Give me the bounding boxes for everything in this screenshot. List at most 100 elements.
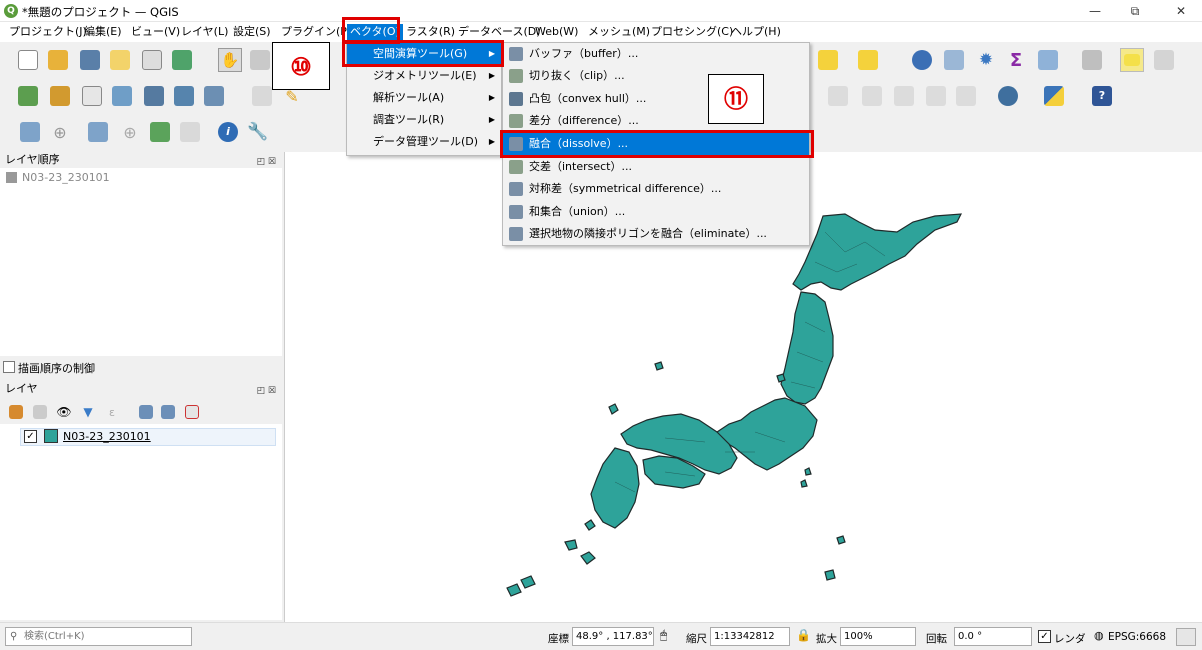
edit-pencil-icon[interactable] — [250, 84, 274, 108]
menu-settings[interactable]: 設定(S) — [230, 24, 274, 40]
select-by-location-icon[interactable] — [856, 48, 880, 72]
add-raster-layer-icon[interactable] — [48, 84, 72, 108]
digitize-feature-icon[interactable] — [18, 120, 42, 144]
coordinate-field[interactable]: 48.9° , 117.83° — [572, 627, 654, 646]
coordinate-toggle-icon[interactable]: 🖱 — [660, 628, 667, 643]
menu-help[interactable]: ヘルプ(H) — [728, 24, 784, 40]
crs-button[interactable]: EPSG:6668 — [1108, 631, 1166, 643]
messages-icon[interactable] — [1176, 628, 1196, 646]
add-delimited-text-icon[interactable] — [80, 84, 104, 108]
rotation-field[interactable]: 0.0 ° — [954, 627, 1032, 646]
layer-name[interactable]: N03-23_230101 — [63, 430, 151, 443]
magnify-field[interactable]: 100% — [840, 627, 916, 646]
menu-raster[interactable]: ラスタ(R) — [403, 24, 458, 40]
annotation-icon[interactable] — [826, 84, 850, 108]
add-polygon-icon[interactable] — [148, 120, 172, 144]
sym-difference-icon — [509, 182, 523, 196]
filter-expression-icon[interactable]: ε — [100, 400, 124, 424]
expand-all-icon[interactable] — [134, 400, 158, 424]
union-icon — [509, 205, 523, 219]
close-button[interactable]: ✕ — [1166, 2, 1196, 20]
minimize-button[interactable]: — — [1080, 2, 1110, 20]
info-icon[interactable]: i — [216, 120, 240, 144]
menu-project[interactable]: プロジェクト(J) — [6, 24, 90, 40]
render-order-checkbox[interactable] — [3, 361, 15, 373]
menu-mesh[interactable]: メッシュ(M) — [585, 24, 653, 40]
difference-icon — [509, 114, 523, 128]
menu-view[interactable]: ビュー(V) — [128, 24, 183, 40]
lock-scale-icon[interactable]: 🔒 — [796, 628, 811, 642]
menu-database[interactable]: データベース(D) — [455, 24, 544, 40]
digitize-icon[interactable] — [110, 84, 134, 108]
crosshair-icon[interactable]: ⊕ — [48, 120, 72, 144]
menu-item-eliminate[interactable]: 選択地物の隣接ポリゴンを融合（eliminate）... — [503, 223, 809, 245]
map-tips-icon[interactable] — [1120, 48, 1144, 72]
add-wfs-icon[interactable] — [202, 84, 226, 108]
menu-item-data-management-tools[interactable]: データ管理ツール(D) ▶ — [347, 131, 501, 153]
help-icon[interactable]: ? — [1090, 84, 1114, 108]
wrench-icon[interactable]: 🔧 — [246, 120, 270, 144]
render-checkbox[interactable]: ✓ — [1038, 630, 1051, 643]
label-tool-icon[interactable] — [860, 84, 884, 108]
submenu-arrow-icon: ▶ — [488, 115, 495, 124]
visibility-eye-icon[interactable]: 👁 — [52, 400, 76, 424]
menu-item-analysis-tools[interactable]: 解析ツール(A) ▶ — [347, 87, 501, 109]
pin-labels-icon[interactable] — [892, 84, 916, 108]
add-vector-layer-icon[interactable] — [16, 84, 40, 108]
callout-step-11: ⑪ — [708, 74, 764, 124]
panel-float-close-icon[interactable]: ◰ ☒ — [257, 383, 276, 399]
layers-panel-title: レイヤ — [5, 382, 38, 395]
new-print-layout-icon[interactable] — [108, 48, 132, 72]
search-input[interactable]: 検索(Ctrl+K) — [5, 627, 192, 646]
submenu-arrow-icon: ▶ — [488, 93, 495, 102]
menu-item-label: 解析ツール(A) — [373, 91, 445, 104]
show-hide-labels-icon[interactable] — [924, 84, 948, 108]
measure-icon[interactable] — [1080, 48, 1104, 72]
menu-edit[interactable]: 編集(E) — [81, 24, 125, 40]
filter-icon[interactable]: ▼ — [76, 400, 100, 424]
scale-field[interactable]: 1:13342812 — [710, 627, 790, 646]
pan-map-icon[interactable]: ✋ — [218, 48, 242, 72]
menu-processing[interactable]: プロセシング(C) — [648, 24, 736, 40]
menu-item-label: ジオメトリツール(E) — [373, 69, 477, 82]
rotate-label-icon[interactable] — [954, 84, 978, 108]
select-features-icon[interactable] — [816, 48, 840, 72]
layout-manager-icon[interactable] — [140, 48, 164, 72]
layer-style-brush-icon[interactable] — [4, 400, 28, 424]
delete-part-icon[interactable] — [178, 120, 202, 144]
open-table-icon[interactable] — [1036, 48, 1060, 72]
save-project-icon[interactable] — [78, 48, 102, 72]
add-part-icon[interactable]: ⊕ — [118, 120, 142, 144]
menu-item-research-tools[interactable]: 調査ツール(R) ▶ — [347, 109, 501, 131]
collapse-all-icon[interactable] — [156, 400, 180, 424]
identify-icon[interactable] — [910, 48, 934, 72]
style-manager-icon[interactable] — [170, 48, 194, 72]
attribute-table-icon[interactable] — [942, 48, 966, 72]
add-group-icon[interactable] — [28, 400, 52, 424]
restore-button[interactable]: ⧉ — [1120, 2, 1150, 20]
add-spatialite-icon[interactable] — [142, 84, 166, 108]
menu-item-intersect[interactable]: 交差（intersect）... — [503, 156, 809, 178]
python-console-icon[interactable] — [1042, 84, 1066, 108]
add-point-icon[interactable] — [86, 120, 110, 144]
new-project-icon[interactable] — [16, 48, 40, 72]
menu-item-union[interactable]: 和集合（union）... — [503, 201, 809, 223]
menu-layer[interactable]: レイヤ(L) — [178, 24, 231, 40]
render-label: レンダ — [1054, 633, 1086, 645]
open-project-icon[interactable] — [46, 48, 70, 72]
statistics-sum-icon[interactable]: Σ — [1004, 48, 1028, 72]
layer-symbol-icon — [44, 429, 58, 443]
layer-order-title: レイヤ順序 — [5, 153, 60, 166]
settings-gear-icon[interactable]: ✹ — [974, 48, 998, 72]
layer-order-item[interactable]: N03-23_230101 — [22, 171, 110, 184]
menu-web[interactable]: Web(W) — [532, 24, 581, 40]
menu-item-geometry-tools[interactable]: ジオメトリツール(E) ▶ — [347, 65, 501, 87]
globe-plugin-icon[interactable] — [996, 84, 1020, 108]
remove-layer-icon[interactable] — [180, 400, 204, 424]
menu-item-symmetrical-difference[interactable]: 対称差（symmetrical difference）... — [503, 178, 809, 200]
pan-to-selection-icon[interactable] — [248, 48, 272, 72]
processing-toolbox-icon[interactable] — [1152, 48, 1176, 72]
layer-visibility-checkbox[interactable]: ✓ — [24, 430, 37, 443]
add-wms-icon[interactable] — [172, 84, 196, 108]
menu-item-buffer[interactable]: バッファ（buffer）... — [503, 43, 809, 65]
